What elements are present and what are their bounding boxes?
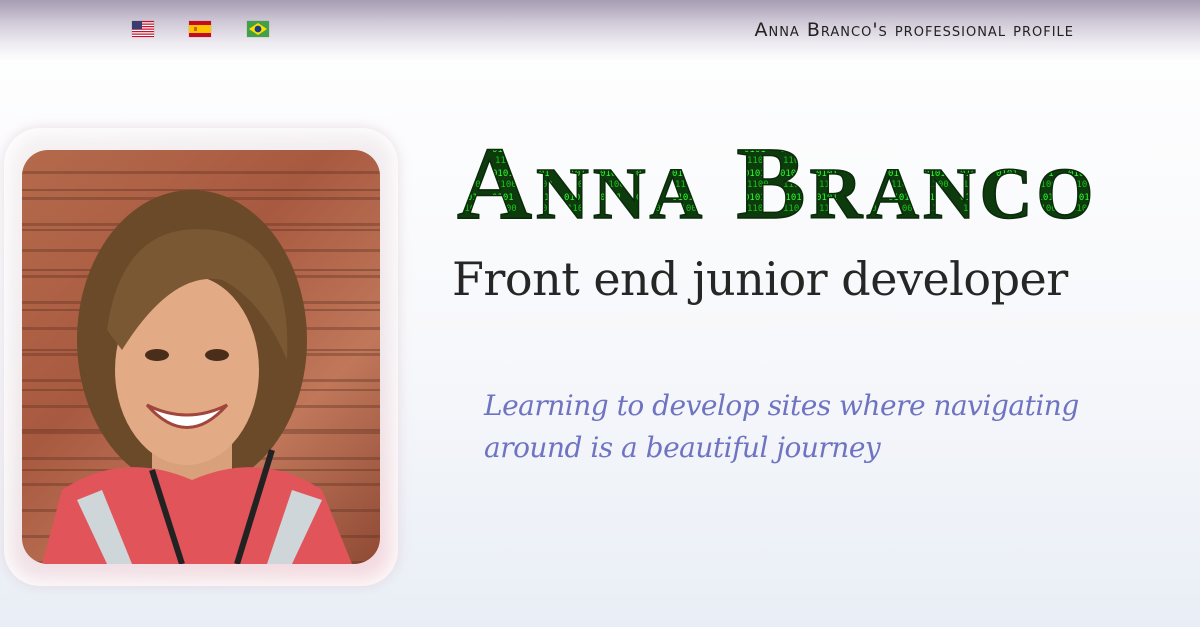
tagline: Learning to develop sites where navigati… <box>484 389 1079 464</box>
spain-flag-icon[interactable] <box>189 21 211 37</box>
name-heading: 0101 1100 Anna Branco <box>455 118 1195 238</box>
us-flag-icon[interactable] <box>132 21 154 37</box>
profile-photo <box>22 150 380 564</box>
profile-photo-frame <box>4 128 398 586</box>
role-title: Front end junior developer <box>452 252 1068 306</box>
brazil-flag-icon[interactable] <box>247 21 269 37</box>
professional-profile-link[interactable]: Anna Branco's professional profile <box>754 19 1074 41</box>
top-bar: Anna Branco's professional profile <box>0 0 1200 62</box>
name-text: Anna Branco <box>457 126 1097 238</box>
